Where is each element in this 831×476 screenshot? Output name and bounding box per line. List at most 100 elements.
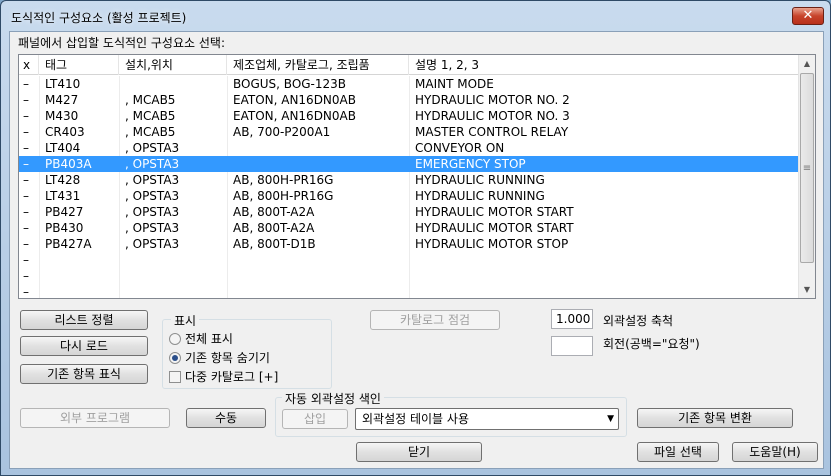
manual-button[interactable]: 수동: [186, 408, 266, 428]
location-cell: , OPSTA3: [125, 237, 180, 251]
close-button[interactable]: 닫기: [356, 442, 482, 462]
display-group: 표시 전체 표시 기존 항목 숨기기 다중 카탈로그 [+]: [162, 312, 332, 389]
scale-input[interactable]: 1.000: [551, 309, 593, 329]
scroll-thumb[interactable]: ≡: [800, 73, 814, 263]
selection-prompt: 패널에서 삽입할 도식적인 구성요소 선택:: [18, 36, 225, 50]
table-row[interactable]: – LT431 , OPSTA3 AB, 800H-PR16G HYDRAULIC RU…: [19, 188, 799, 204]
auto-index-group-label: 자동 외곽설정 색인: [282, 390, 384, 407]
dropdown-arrow-icon: ▼: [607, 414, 614, 424]
table-row[interactable]: – CR403 , MCAB5 AB, 700-P200A1 MASTER CONTRO…: [19, 124, 799, 140]
scale-label: 외곽설정 축척: [603, 314, 674, 328]
rotation-label: 회전(공백="요청"): [603, 337, 700, 351]
row-marker: –: [23, 285, 29, 299]
description-cell: HYDRAULIC RUNNING: [415, 173, 545, 187]
scroll-up-icon[interactable]: ▲: [799, 55, 815, 72]
mark-existing-button[interactable]: 기존 항목 표식: [20, 364, 148, 384]
catalog-cell: [227, 140, 409, 156]
table-row[interactable]: – M427 , MCAB5 EATON, AN16DN0AB HYDRAULIC MO…: [19, 92, 799, 108]
tag-cell: LT410: [45, 77, 81, 91]
table-row[interactable]: – PB430 , OPSTA3 AB, 800T-A2A HYDRAULIC MOTO…: [19, 220, 799, 236]
auto-index-group: 자동 외곽설정 색인 삽입 외곽설정 테이블 사용 ▼: [275, 390, 627, 437]
dialog-window: 도식적인 구성요소 (활성 프로젝트) ✕ 패널에서 삽입할 도식적인 구성요소…: [0, 0, 831, 476]
checkbox-unchecked-icon: [169, 371, 181, 383]
catalog-cell: BOGUS, BOG-123B: [233, 77, 347, 91]
tag-cell: PB430: [45, 221, 84, 235]
description-cell: HYDRAULIC MOTOR NO. 3: [415, 109, 570, 123]
catalog-cell: [227, 156, 409, 172]
tag-cell: LT404: [45, 141, 81, 155]
row-marker: –: [23, 157, 29, 171]
catalog-check-button[interactable]: 카탈로그 점검: [370, 310, 500, 330]
location-cell: , OPSTA3: [125, 189, 180, 203]
column-header-description[interactable]: 설명 1, 2, 3: [409, 55, 799, 75]
convert-existing-button[interactable]: 기존 항목 변환: [637, 408, 793, 428]
column-header-location[interactable]: 설치,위치: [119, 55, 227, 75]
tag-cell: [39, 284, 119, 298]
catalog-cell: [227, 268, 409, 284]
description-cell: [409, 268, 799, 284]
table-row[interactable]: – PB427A , OPSTA3 AB, 800T-D1B HYDRAULIC MOT…: [19, 236, 799, 252]
catalog-cell: AB, 800H-PR16G: [233, 189, 334, 203]
tag-cell: LT428: [45, 173, 81, 187]
table-row[interactable]: –: [19, 284, 799, 299]
table-row[interactable]: –: [19, 252, 799, 268]
table-row[interactable]: – PB403A , OPSTA3 EMERGENCY STOP: [19, 156, 799, 172]
tag-cell: M427: [45, 93, 79, 107]
catalog-cell: [227, 284, 409, 298]
table-row[interactable]: – LT428 , OPSTA3 AB, 800H-PR16G HYDRAULIC RU…: [19, 172, 799, 188]
show-all-radio[interactable]: 전체 표시: [169, 332, 233, 346]
description-cell: MAINT MODE: [415, 77, 494, 91]
location-cell: , OPSTA3: [125, 221, 180, 235]
insert-button[interactable]: 삽입: [282, 409, 348, 429]
column-header-x[interactable]: x: [19, 55, 39, 75]
row-marker: –: [23, 253, 29, 267]
component-list[interactable]: x 태그 설치,위치 제조업체, 카탈로그, 조립품 설명 1, 2, 3 – L…: [18, 54, 816, 299]
help-button[interactable]: 도움말(H): [732, 442, 818, 462]
file-select-button[interactable]: 파일 선택: [637, 442, 719, 462]
description-cell: HYDRAULIC RUNNING: [415, 189, 545, 203]
column-header-tag[interactable]: 태그: [39, 55, 119, 75]
row-marker: –: [23, 221, 29, 235]
multi-catalog-checkbox[interactable]: 다중 카탈로그 [+]: [169, 370, 278, 384]
column-header-catalog[interactable]: 제조업체, 카탈로그, 조립품: [227, 55, 409, 75]
display-group-label: 표시: [171, 312, 200, 329]
location-cell: , MCAB5: [125, 125, 176, 139]
reload-button[interactable]: 다시 로드: [20, 336, 148, 356]
catalog-cell: EATON, AN16DN0AB: [233, 93, 356, 107]
hide-existing-radio[interactable]: 기존 항목 숨기기: [169, 351, 270, 365]
location-cell: [119, 76, 227, 92]
description-cell: EMERGENCY STOP: [415, 157, 526, 171]
auto-index-combo[interactable]: 외곽설정 테이블 사용 ▼: [355, 408, 619, 430]
show-all-label: 전체 표시: [185, 332, 233, 346]
description-cell: HYDRAULIC MOTOR NO. 2: [415, 93, 570, 107]
tag-cell: [39, 268, 119, 284]
table-row[interactable]: – PB427 , OPSTA3 AB, 800T-A2A HYDRAULIC MOTO…: [19, 204, 799, 220]
sort-list-button[interactable]: 리스트 정렬: [20, 310, 148, 330]
dialog-client-area: 패널에서 삽입할 도식적인 구성요소 선택: x 태그 설치,위치 제조업체, …: [9, 31, 824, 469]
close-window-button[interactable]: ✕: [792, 7, 824, 25]
title-bar[interactable]: 도식적인 구성요소 (활성 프로젝트) ✕: [1, 1, 830, 31]
tag-cell: [39, 252, 119, 268]
tag-cell: LT431: [45, 189, 81, 203]
table-row[interactable]: –: [19, 268, 799, 284]
location-cell: , OPSTA3: [125, 157, 180, 171]
tag-cell: PB427A: [45, 237, 92, 251]
location-cell: [119, 268, 227, 284]
catalog-cell: AB, 800H-PR16G: [233, 173, 334, 187]
rotation-input[interactable]: [551, 336, 593, 356]
table-row[interactable]: – M430 , MCAB5 EATON, AN16DN0AB HYDRAULIC MO…: [19, 108, 799, 124]
row-marker: –: [23, 237, 29, 251]
location-cell: , OPSTA3: [125, 205, 180, 219]
table-row[interactable]: – LT404 , OPSTA3 CONVEYOR ON: [19, 140, 799, 156]
catalog-cell: AB, 800T-A2A: [233, 205, 315, 219]
scroll-down-icon[interactable]: ▼: [799, 281, 815, 298]
description-cell: HYDRAULIC MOTOR STOP: [415, 237, 569, 251]
vertical-scrollbar[interactable]: ▲ ≡ ▼: [798, 55, 815, 298]
tag-cell: PB427: [45, 205, 84, 219]
description-cell: [409, 284, 799, 298]
tag-cell: M430: [45, 109, 79, 123]
table-row[interactable]: – LT410 BOGUS, BOG-123B MAINT MODE: [19, 76, 799, 92]
external-program-button[interactable]: 외부 프로그램: [20, 408, 170, 428]
location-cell: , OPSTA3: [125, 173, 180, 187]
location-cell: [119, 252, 227, 268]
